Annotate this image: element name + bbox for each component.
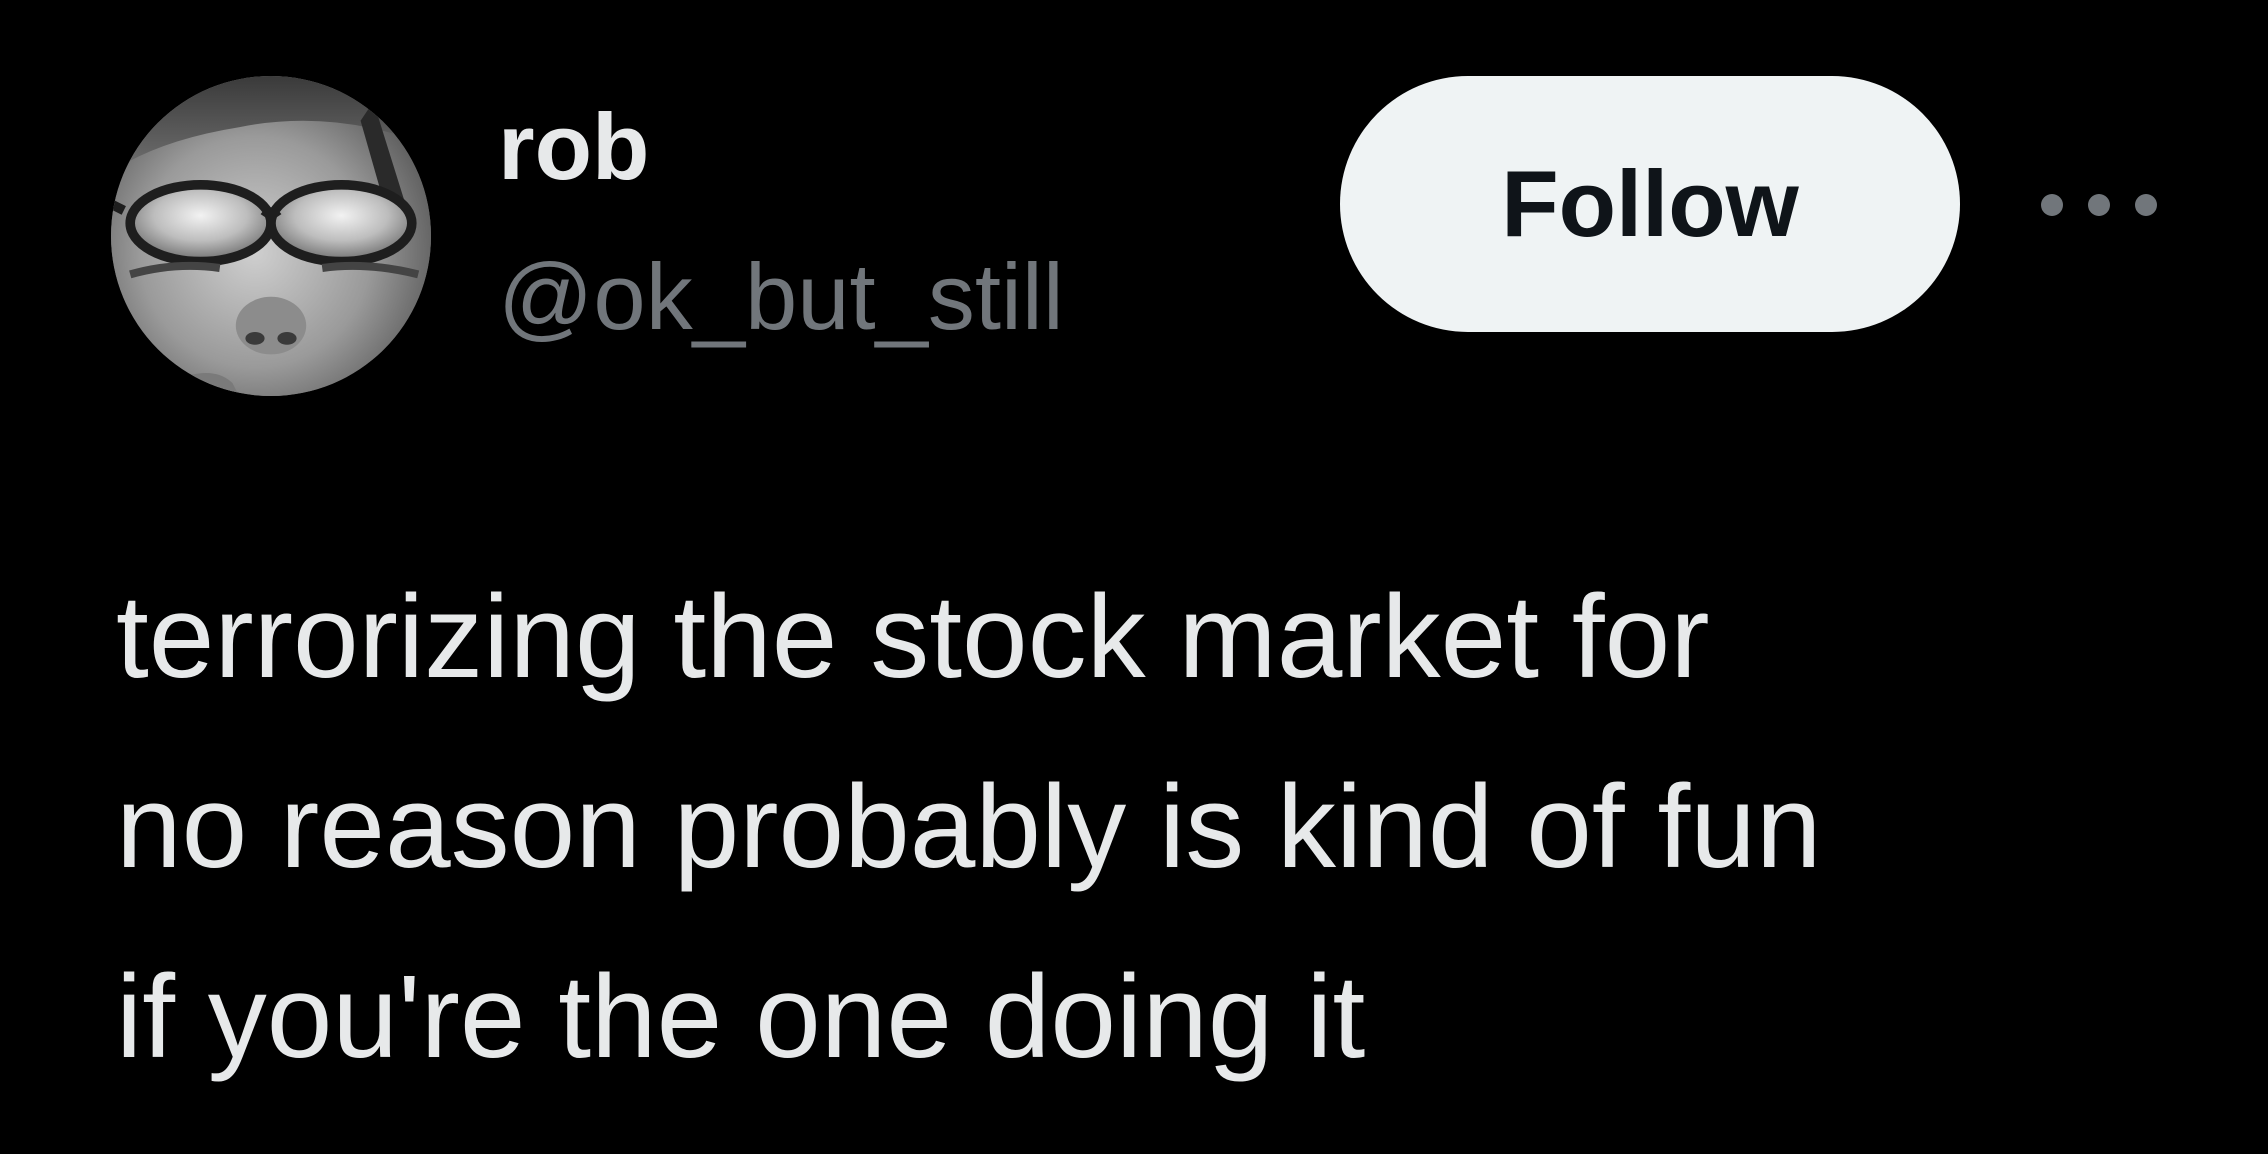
tweet-card: rob @ok_but_still Follow terrorizing the… [0, 0, 2268, 1154]
profile-photo-icon [111, 76, 431, 396]
tweet-text-line: if you're the one doing it [116, 951, 1366, 1083]
more-options-button[interactable] [2034, 170, 2164, 240]
ellipsis-icon [2088, 194, 2110, 216]
follow-button[interactable]: Follow [1340, 76, 1960, 332]
tweet-text-line: no reason probably is kind of fun [116, 761, 1822, 893]
user-handle[interactable]: @ok_but_still [498, 250, 1064, 344]
avatar[interactable] [111, 76, 431, 396]
tweet-text-line: terrorizing the stock market for [116, 571, 1710, 703]
ellipsis-icon [2041, 194, 2063, 216]
tweet-text: terrorizing the stock market for no reas… [116, 542, 2196, 1112]
ellipsis-icon [2135, 194, 2157, 216]
display-name[interactable]: rob [498, 100, 649, 194]
